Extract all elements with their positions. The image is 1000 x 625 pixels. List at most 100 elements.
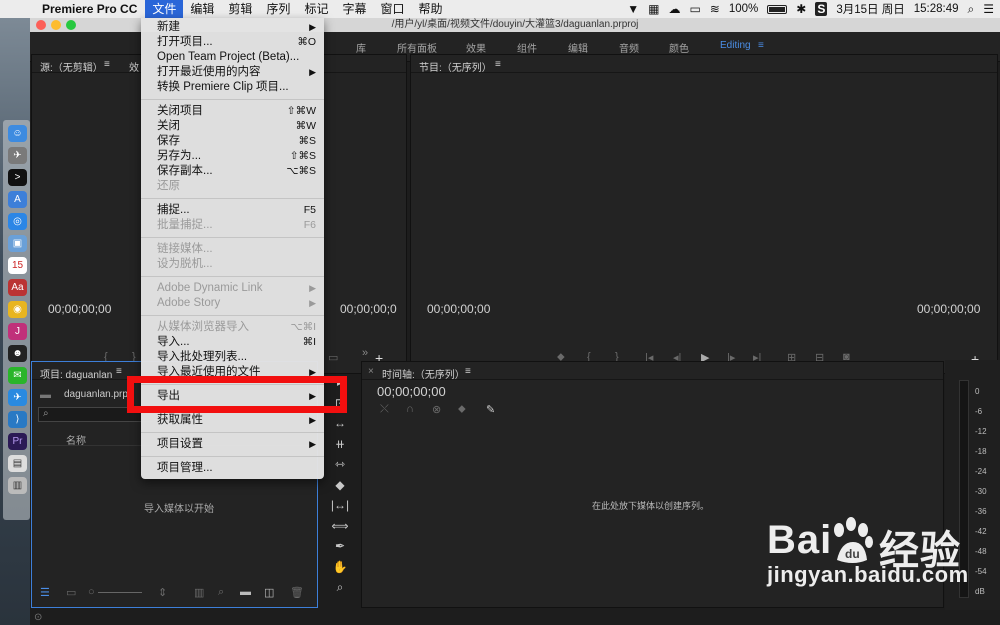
menu-file[interactable]: 文件: [145, 0, 184, 18]
menu-clip[interactable]: 剪辑: [221, 0, 259, 18]
status-icon[interactable]: ⊙: [34, 612, 42, 623]
app-menu[interactable]: Premiere Pro CC: [38, 2, 145, 16]
zoom-window-icon[interactable]: [66, 20, 76, 30]
wrench-icon[interactable]: ✎: [486, 403, 495, 416]
trash-icon[interactable]: ▥: [8, 477, 27, 494]
workspace-color[interactable]: 颜色: [669, 40, 689, 55]
source-timecode-right[interactable]: 00;00;00;0: [340, 302, 397, 316]
close-window-icon[interactable]: [36, 20, 46, 30]
timeline-title[interactable]: 时间轴:（无序列）: [382, 366, 465, 381]
calendar-icon[interactable]: 15: [8, 257, 27, 274]
workspace-audio[interactable]: 音频: [619, 40, 639, 55]
razor-tool-icon[interactable]: ◆: [327, 478, 353, 499]
jetbrains-icon[interactable]: J: [8, 323, 27, 340]
wifi-icon[interactable]: ≋: [710, 2, 720, 16]
program-menu-icon[interactable]: ≡: [495, 59, 501, 70]
overwrite-icon[interactable]: ▭: [328, 351, 338, 364]
grid-icon[interactable]: ▦: [648, 2, 659, 16]
menu-item-close[interactable]: 关闭 ⌘W: [141, 119, 324, 134]
effects-tab[interactable]: 效: [129, 59, 139, 74]
chrome-icon[interactable]: ◉: [8, 301, 27, 318]
program-timecode-right[interactable]: 00;00;00;00: [917, 302, 980, 316]
menu-title[interactable]: 字幕: [335, 0, 373, 18]
linked-selection-icon[interactable]: ⊗: [432, 403, 441, 416]
automate-icon[interactable]: ▥: [194, 586, 204, 599]
program-timecode-left[interactable]: 00;00;00;00: [427, 302, 490, 316]
menu-item-project-settings[interactable]: 项目设置 ▶: [141, 437, 324, 452]
preview-icon[interactable]: ▣: [8, 235, 27, 252]
dingtalk-icon[interactable]: ✈: [8, 389, 27, 406]
timeline-timecode[interactable]: 00;00;00;00: [377, 384, 446, 399]
source-timecode-left[interactable]: 00;00;00;00: [48, 302, 111, 316]
rate-stretch-tool-icon[interactable]: ⇿: [327, 457, 353, 478]
workspace-library[interactable]: 库: [356, 40, 366, 55]
zoom-slider-track[interactable]: [98, 592, 142, 593]
project-title[interactable]: 项目: daguanlan: [40, 366, 112, 381]
premiere-icon[interactable]: Pr: [8, 433, 27, 450]
menu-item-open-team-project[interactable]: Open Team Project (Beta)...: [141, 50, 324, 65]
menu-item-get-properties[interactable]: 获取属性 ▶: [141, 413, 324, 428]
menu-item-open-recent[interactable]: 打开最近使用的内容 ▶: [141, 65, 324, 80]
icon-view-icon[interactable]: ▭: [66, 586, 76, 599]
menu-item-import-batch-list[interactable]: 导入批处理列表...: [141, 350, 324, 365]
pen-tool-icon[interactable]: ✒: [327, 539, 353, 560]
launchpad-icon[interactable]: ✈: [8, 147, 27, 164]
source-title[interactable]: 源:（无剪辑）: [40, 59, 103, 74]
slide-tool-icon[interactable]: ⟺: [327, 519, 353, 540]
workspace-editing[interactable]: Editing: [720, 40, 751, 51]
airplay-icon[interactable]: ▭: [689, 2, 700, 16]
cloud-icon[interactable]: ☁: [668, 2, 680, 16]
wechat-icon[interactable]: ✉: [8, 367, 27, 384]
menu-item-save[interactable]: 保存 ⌘S: [141, 134, 324, 149]
column-name[interactable]: 名称: [66, 432, 86, 447]
battery-icon[interactable]: [767, 4, 788, 14]
find-icon[interactable]: ⌕: [218, 586, 224, 599]
menu-sequence[interactable]: 序列: [259, 0, 297, 18]
workspace-effects[interactable]: 效果: [466, 40, 486, 55]
qq-icon[interactable]: ☻: [8, 345, 27, 362]
notification-center-icon[interactable]: ☰: [983, 2, 994, 16]
add-marker-timeline-icon[interactable]: ⬥: [458, 403, 466, 416]
downloads-icon[interactable]: ▤: [8, 455, 27, 472]
finder-icon[interactable]: ☺: [8, 125, 27, 142]
menu-item-convert-clip[interactable]: 转换 Premiere Clip 项目...: [141, 80, 324, 95]
app-store-icon[interactable]: A: [8, 191, 27, 208]
rolling-edit-tool-icon[interactable]: ⧺: [327, 437, 353, 458]
menu-item-close-project[interactable]: 关闭项目 ⇧⌘W: [141, 104, 324, 119]
menu-edit[interactable]: 编辑: [183, 0, 221, 18]
new-item-icon[interactable]: ◫: [264, 586, 274, 599]
menu-item-capture[interactable]: 捕捉... F5: [141, 203, 324, 218]
minimize-window-icon[interactable]: [51, 20, 61, 30]
close-tab-icon[interactable]: ×: [368, 366, 374, 377]
dictionary-icon[interactable]: Aa: [8, 279, 27, 296]
sort-icon[interactable]: ⇕: [158, 586, 167, 599]
zoom-tool-icon[interactable]: ⌕: [327, 580, 353, 601]
menu-help[interactable]: 帮助: [411, 0, 449, 18]
snap-icon[interactable]: ∩: [406, 403, 414, 415]
panel-menu-icon[interactable]: ≡: [104, 59, 110, 70]
clear-icon[interactable]: 🗑: [290, 586, 304, 599]
program-title[interactable]: 节目:（无序列）: [419, 59, 492, 74]
s-app-icon[interactable]: S: [815, 2, 828, 16]
workspace-menu-icon[interactable]: ≡: [758, 40, 764, 51]
vsco-icon[interactable]: ▼: [627, 2, 639, 16]
vscode-icon[interactable]: ⟩: [8, 411, 27, 428]
new-bin-icon[interactable]: ▬: [240, 586, 251, 598]
menu-item-save-as[interactable]: 另存为... ⇧⌘S: [141, 149, 324, 164]
workspace-assembly[interactable]: 组件: [517, 40, 537, 55]
spotlight-icon[interactable]: ⌕: [968, 2, 975, 17]
workspace-all-panels[interactable]: 所有面板: [397, 40, 437, 55]
timeline-menu-icon[interactable]: ≡: [465, 366, 471, 377]
safari-icon[interactable]: ◎: [8, 213, 27, 230]
ripple-edit-tool-icon[interactable]: ↔: [327, 416, 353, 437]
menu-window[interactable]: 窗口: [373, 0, 411, 18]
hand-tool-icon[interactable]: ✋: [327, 560, 353, 581]
project-menu-icon[interactable]: ≡: [116, 366, 122, 377]
list-view-icon[interactable]: ☰: [40, 586, 50, 599]
bluetooth-icon[interactable]: ✱: [796, 2, 806, 16]
menu-item-save-copy[interactable]: 保存副本... ⌥⌘S: [141, 164, 324, 179]
zoom-slider-knob-icon[interactable]: ○: [88, 586, 95, 598]
nest-icon[interactable]: ⤬: [380, 403, 389, 416]
terminal-icon[interactable]: >: [8, 169, 27, 186]
more-controls-icon[interactable]: »: [362, 347, 368, 359]
